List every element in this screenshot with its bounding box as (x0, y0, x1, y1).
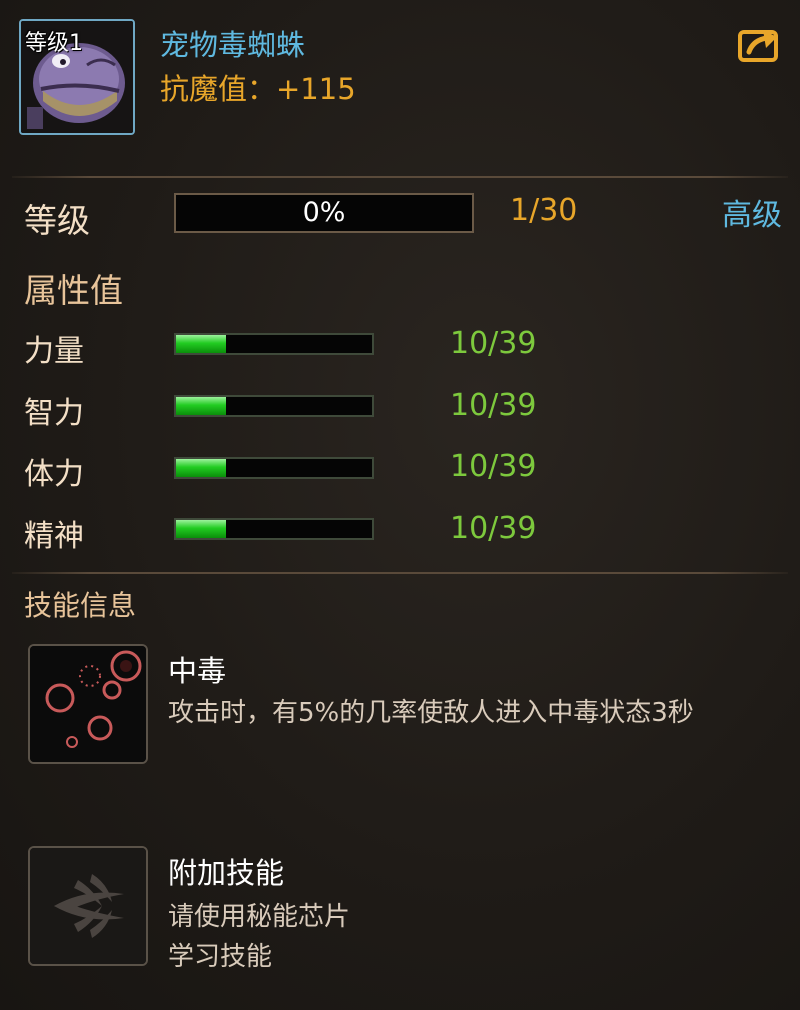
attr-value-intelligence: 10/39 (450, 388, 537, 423)
attr-fill-intelligence (176, 397, 227, 415)
level-progress-bar: 0% (174, 193, 474, 233)
attributes-divider (12, 572, 788, 574)
advanced-button[interactable]: 高级 (722, 190, 782, 234)
skill-extra-slot[interactable] (28, 846, 148, 966)
level-progress-text: 0% (302, 197, 346, 228)
attr-value-strength: 10/39 (450, 326, 537, 361)
skill-poison-name: 中毒 (168, 654, 227, 688)
skill-poison-desc: 攻击时，有5%的几率使敌人进入中毒状态3秒 (168, 698, 694, 728)
poison-bubbles-icon (30, 646, 146, 762)
attr-label-spirit: 精神 (24, 519, 84, 554)
attr-bar-stamina (174, 457, 374, 479)
level-count: 1/30 (510, 193, 578, 228)
attributes-title: 属性值 (24, 271, 123, 310)
pet-avatar[interactable]: 等级1 (19, 19, 135, 135)
pet-level-badge: 等级1 (25, 31, 83, 56)
pet-name: 宠物毒蜘蛛 (160, 28, 306, 62)
share-button[interactable] (737, 24, 783, 64)
locked-skill-icon (30, 848, 146, 964)
attr-fill-spirit (176, 520, 227, 538)
attr-value-stamina: 10/39 (450, 449, 537, 484)
share-arrow-icon (738, 30, 778, 62)
skill-extra-name: 附加技能 (168, 856, 285, 890)
attr-bar-intelligence (174, 395, 374, 417)
attr-label-stamina: 体力 (24, 457, 84, 492)
attr-bar-spirit (174, 518, 374, 540)
level-label: 等级 (24, 201, 90, 240)
skill-poison-slot[interactable] (28, 644, 148, 764)
attr-label-strength: 力量 (24, 334, 84, 369)
skill-extra-desc-line1: 请使用秘能芯片 (168, 902, 351, 932)
attr-label-intelligence: 智力 (24, 396, 84, 431)
header-divider (12, 176, 788, 178)
pet-magic-resist: 抗魔值：+115 (160, 72, 356, 106)
attr-bar-strength (174, 333, 374, 355)
attr-value-spirit: 10/39 (450, 511, 537, 546)
skills-title: 技能信息 (24, 589, 137, 622)
pet-info-panel: 等级1 宠物毒蜘蛛 抗魔值：+115 等级 0% 1/30 高级 属性值 力量 … (0, 0, 800, 1010)
skill-extra-desc-line2: 学习技能 (168, 942, 273, 972)
attr-fill-stamina (176, 459, 227, 477)
attr-fill-strength (176, 335, 227, 353)
